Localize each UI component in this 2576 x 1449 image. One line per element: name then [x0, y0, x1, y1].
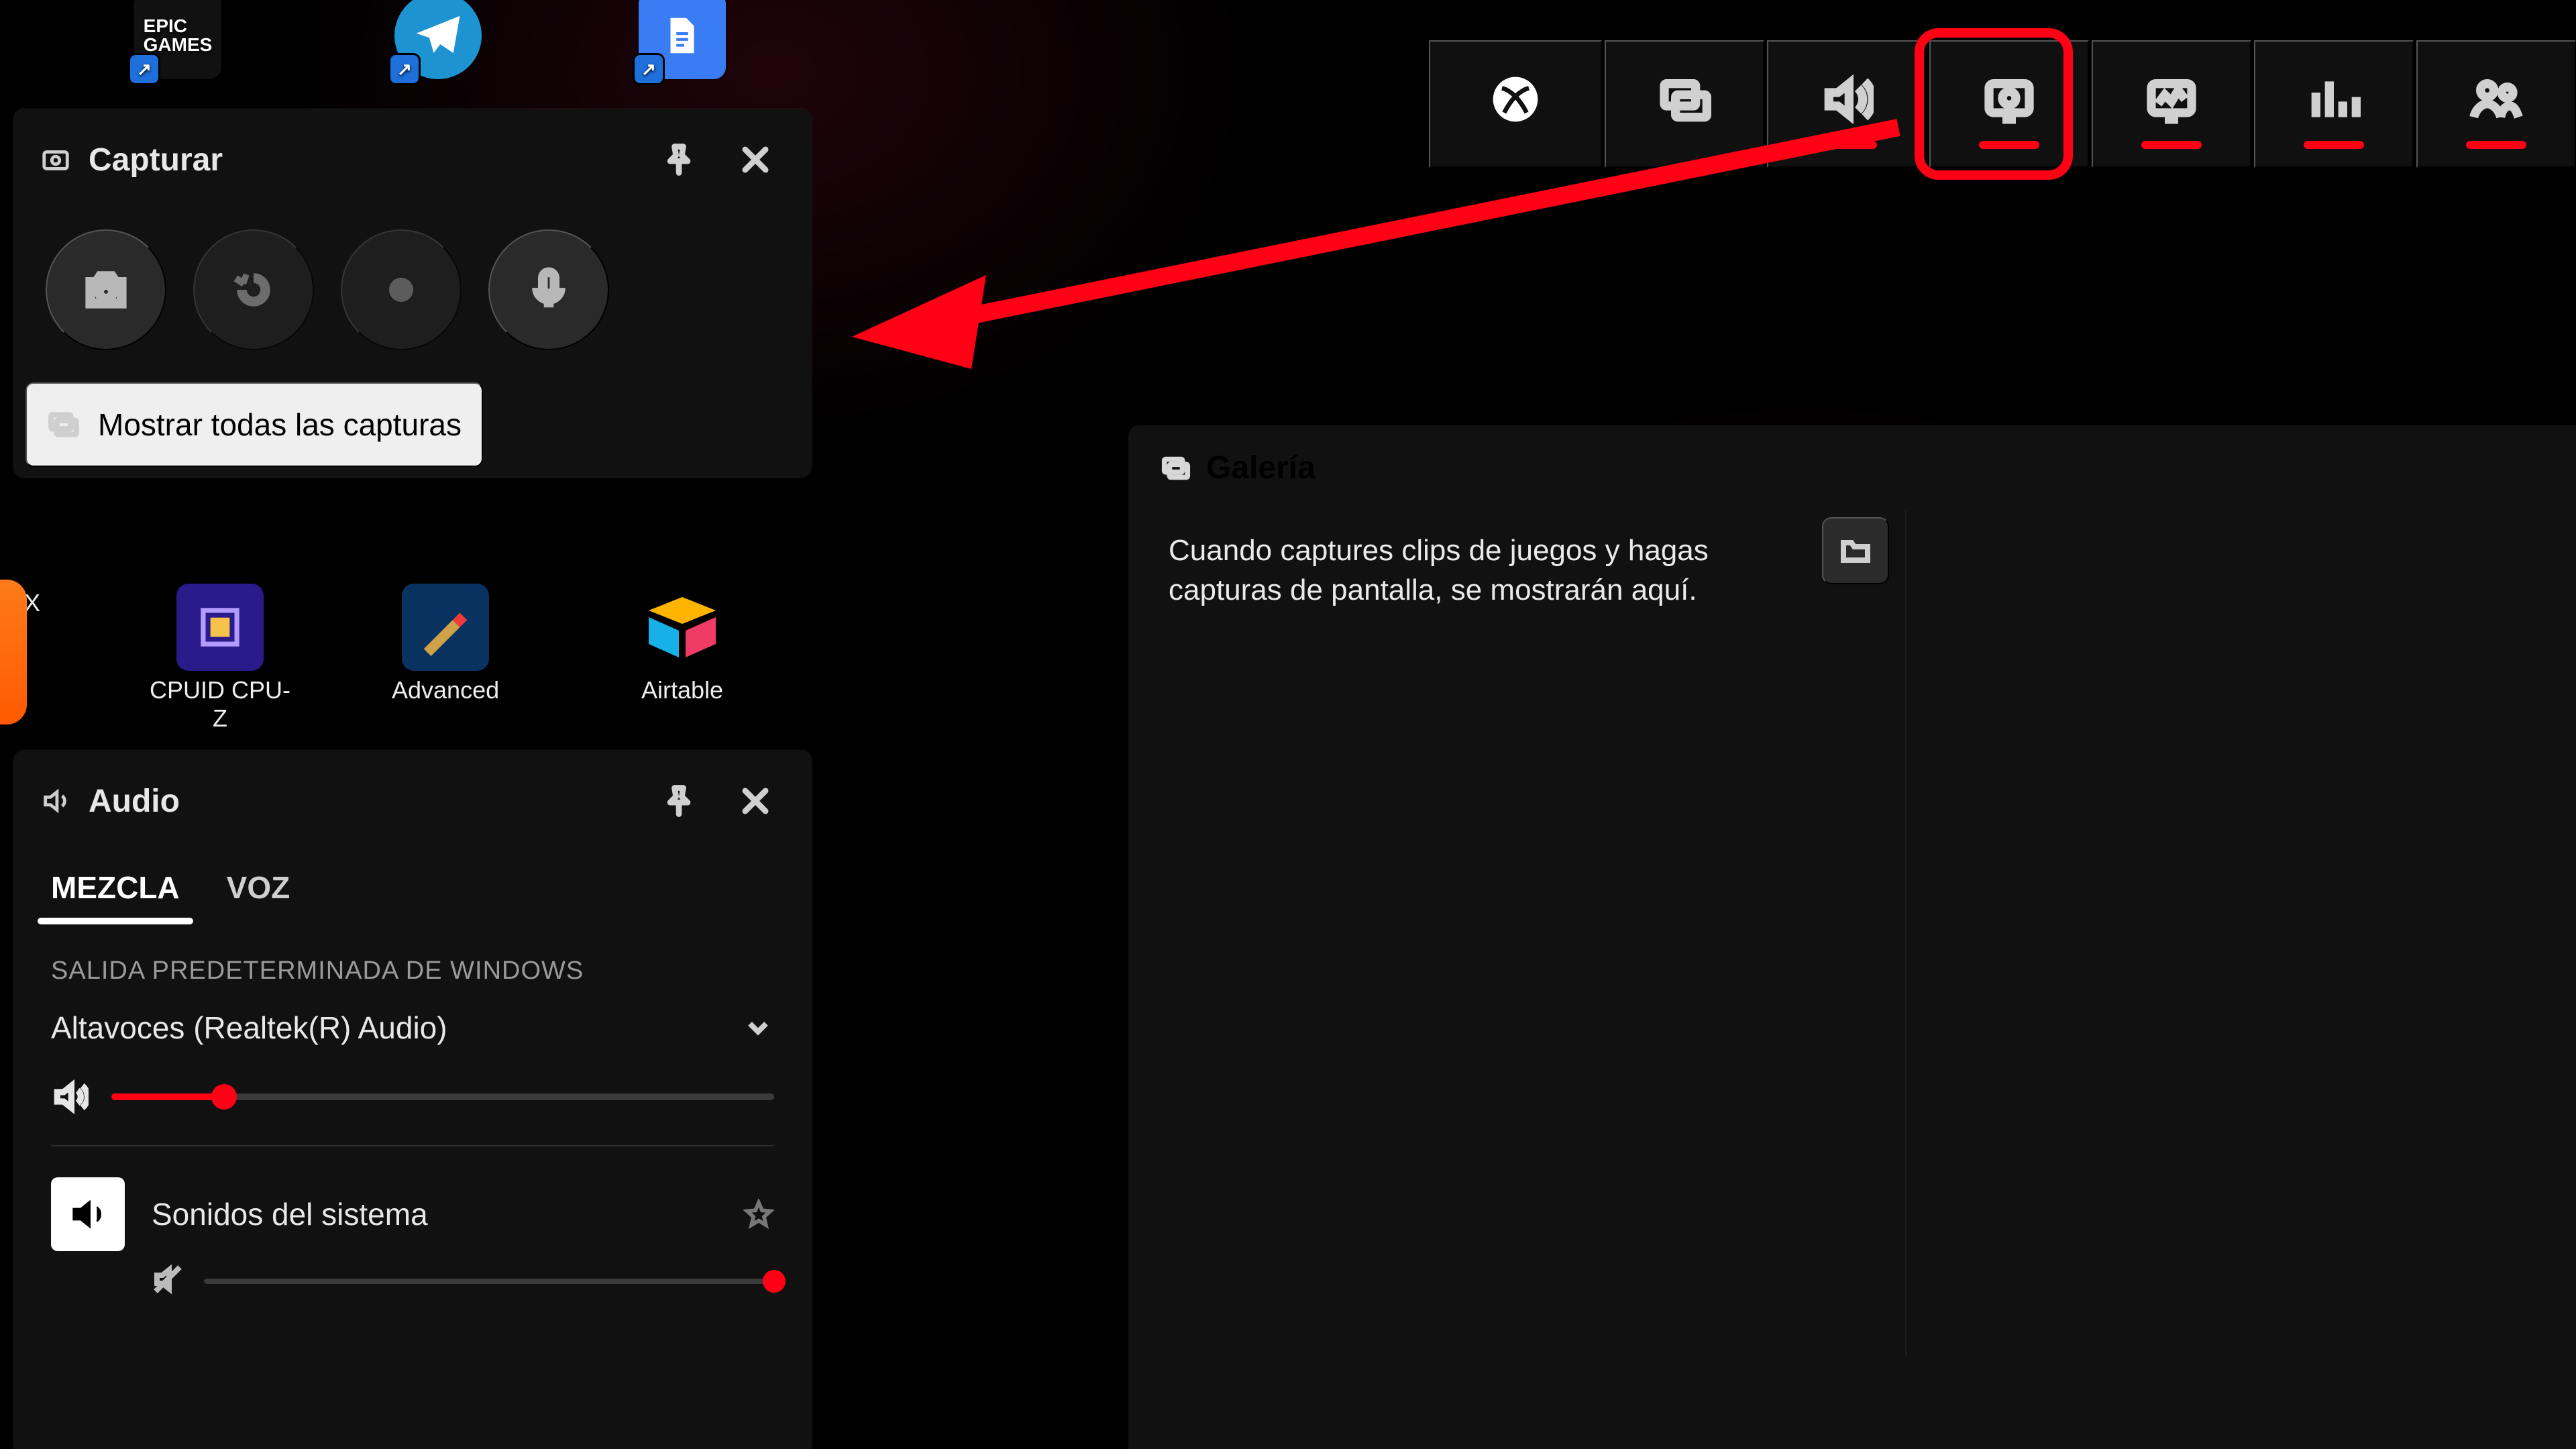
desktop-icon-advanced[interactable] [402, 584, 489, 671]
output-device-select[interactable]: Altavoces (Realtek(R) Audio) [13, 991, 812, 1065]
system-sounds-mute-button[interactable] [152, 1263, 184, 1299]
toolbar-capture-button[interactable] [1929, 40, 2089, 168]
gallery-title: Galería [1206, 449, 1316, 486]
favorite-star-icon[interactable] [743, 1199, 774, 1230]
chevron-down-icon [742, 1012, 774, 1044]
volume-icon [51, 1078, 89, 1116]
audio-icon [40, 786, 71, 816]
master-volume-slider[interactable] [111, 1093, 774, 1100]
screenshot-button[interactable] [46, 229, 166, 350]
mic-toggle-button[interactable] [488, 229, 609, 350]
open-folder-button[interactable] [1822, 517, 1889, 584]
toolbar-resources-button[interactable] [2254, 40, 2414, 168]
gallery-empty-message: Cuando captures clips de juegos y hagas … [1169, 531, 1813, 610]
start-record-button[interactable] [341, 229, 462, 350]
toolbar-audio-button[interactable] [1767, 40, 1927, 168]
gamebar-toolbar [1429, 40, 2576, 168]
capture-widget: Capturar Mostrar todas las capturas [13, 109, 812, 478]
default-output-label: SALIDA PREDETERMINADA DE WINDOWS [13, 924, 812, 991]
pin-button[interactable] [649, 771, 708, 830]
desktop-icon-telegram[interactable] [394, 0, 482, 79]
desktop-icon-epicgames[interactable]: EPICGAMES [134, 0, 221, 79]
desktop-icon-partial[interactable] [0, 580, 27, 724]
audio-title: Audio [89, 783, 180, 820]
show-all-captures-button[interactable]: Mostrar todas las capturas [25, 382, 483, 467]
desktop-label: Advanced [392, 676, 499, 704]
audio-widget: Audio MEZCLA VOZ SALIDA PREDETERMINADA D… [13, 750, 812, 1449]
gallery-widget: Galería Cuando captures clips de juegos … [1128, 425, 2576, 1449]
toolbar-widgets-button[interactable] [1605, 40, 1764, 168]
close-button[interactable] [726, 771, 785, 830]
toolbar-xbox-button[interactable] [1429, 40, 1602, 168]
desktop-label: Airtable [641, 676, 723, 704]
tab-voice[interactable]: VOZ [227, 852, 290, 924]
desktop-icon-googledocs[interactable] [639, 0, 726, 79]
gallery-preview-pane [1905, 511, 2576, 1356]
output-device-name: Altavoces (Realtek(R) Audio) [51, 1010, 447, 1046]
desktop-label: CPUID CPU-Z [146, 676, 294, 733]
toolbar-performance-button[interactable] [2092, 40, 2251, 168]
capture-title: Capturar [89, 142, 223, 178]
system-sounds-icon [51, 1177, 125, 1251]
show-all-captures-label: Mostrar todas las capturas [98, 407, 462, 443]
capture-icon [40, 144, 71, 175]
desktop-icon-airtable[interactable] [639, 584, 726, 671]
pin-button[interactable] [649, 130, 708, 189]
close-button[interactable] [726, 130, 785, 189]
record-last-button[interactable] [193, 229, 314, 350]
toolbar-social-button[interactable] [2416, 40, 2576, 168]
desktop-icon-cpuz[interactable] [176, 584, 264, 671]
gallery-icon [1161, 453, 1191, 484]
system-sounds-label: Sonidos del sistema [152, 1196, 716, 1232]
system-sounds-slider[interactable] [204, 1279, 774, 1284]
tab-mix[interactable]: MEZCLA [51, 852, 180, 924]
